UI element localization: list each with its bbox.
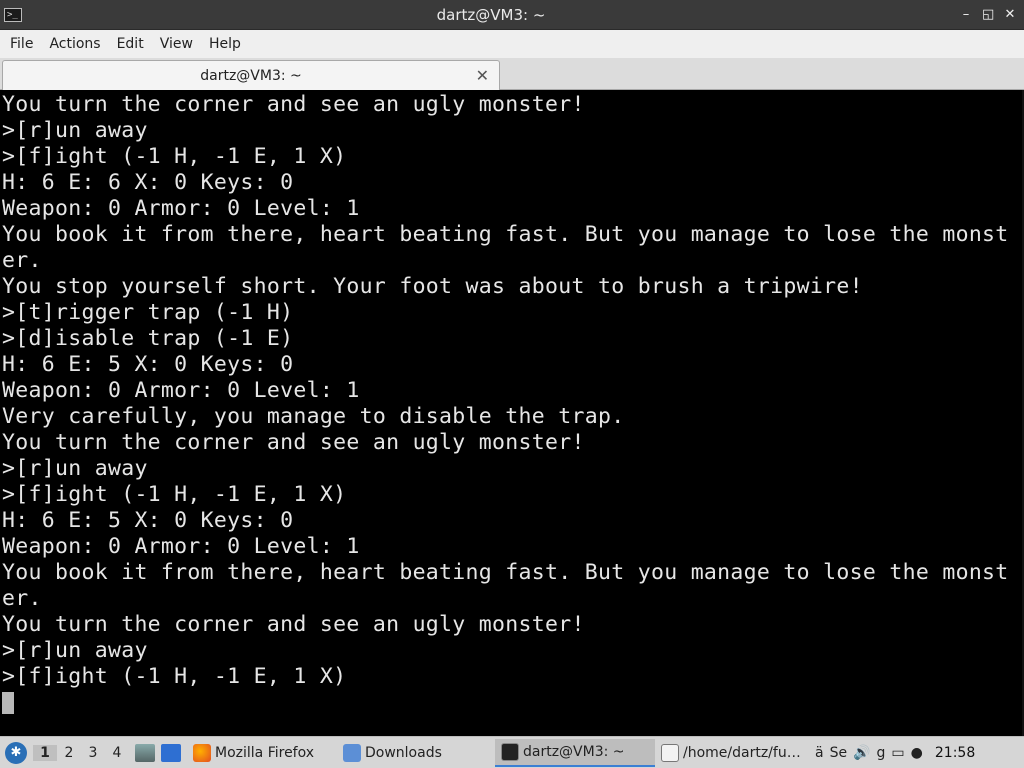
menu-view[interactable]: View	[152, 30, 201, 58]
task-firefox[interactable]: Mozilla Firefox	[187, 739, 337, 767]
terminal-line: >[r]un away	[2, 456, 148, 481]
tab-bar: dartz@VM3: ~ ✕	[0, 58, 1024, 90]
terminal-line: Weapon: 0 Armor: 0 Level: 1	[2, 534, 360, 559]
workspace-2[interactable]: 2	[57, 745, 81, 761]
tray-text[interactable]: g	[877, 745, 886, 761]
task-label: Mozilla Firefox	[215, 744, 315, 761]
task-label: Downloads	[365, 744, 442, 761]
taskbar: ✱ 1 2 3 4 Mozilla Firefox Downloads dart…	[0, 736, 1024, 768]
menu-file[interactable]: File	[2, 30, 41, 58]
update-icon[interactable]: ●	[911, 745, 923, 761]
terminal-line: You book it from there, heart beating fa…	[2, 222, 1009, 247]
terminal-prompt-line[interactable]	[2, 690, 1022, 716]
terminal-line: >[d]isable trap (-1 E)	[2, 326, 294, 351]
terminal-icon	[501, 742, 519, 761]
terminal-line: H: 6 E: 6 X: 0 Keys: 0	[2, 170, 294, 195]
firefox-icon	[193, 743, 211, 762]
terminal-line: H: 6 E: 5 X: 0 Keys: 0	[2, 508, 294, 533]
system-tray: ä Se 🔊 g ▭ ●	[815, 745, 923, 761]
close-window-icon[interactable]: ✕	[1004, 7, 1016, 22]
terminal-line: Weapon: 0 Armor: 0 Level: 1	[2, 196, 360, 221]
terminal-line: You stop yourself short. Your foot was a…	[2, 274, 863, 299]
network-icon[interactable]: ▭	[891, 745, 904, 761]
terminal-app-icon: >_	[4, 7, 22, 22]
terminal-line: You turn the corner and see an ugly mons…	[2, 430, 585, 455]
terminal-line: >[t]rigger trap (-1 H)	[2, 300, 294, 325]
tray-text[interactable]: Se	[830, 745, 848, 761]
folder-icon	[343, 743, 361, 762]
clock[interactable]: 21:58	[935, 745, 975, 761]
terminal-output[interactable]: You turn the corner and see an ugly mons…	[0, 90, 1022, 736]
workspace-1[interactable]: 1	[33, 744, 57, 761]
terminal-line: You turn the corner and see an ugly mons…	[2, 92, 585, 117]
maximize-icon[interactable]: ◱	[982, 7, 994, 22]
terminal-line: >[r]un away	[2, 638, 148, 663]
start-menu-icon[interactable]: ✱	[5, 741, 27, 764]
task-text-editor[interactable]: /home/dartz/fu…	[655, 739, 811, 767]
task-label: /home/dartz/fu…	[683, 744, 801, 761]
minimize-icon[interactable]: –	[960, 7, 972, 22]
task-downloads[interactable]: Downloads	[337, 739, 495, 767]
task-label: dartz@VM3: ~	[523, 743, 625, 760]
volume-icon[interactable]: 🔊	[853, 745, 870, 761]
menu-edit[interactable]: Edit	[109, 30, 152, 58]
window-title-bar[interactable]: >_ dartz@VM3: ~ – ◱ ✕	[0, 0, 1024, 30]
terminal-line: >[r]un away	[2, 118, 148, 143]
terminal-line: >[f]ight (-1 H, -1 E, 1 X)	[2, 482, 347, 507]
terminal-line: H: 6 E: 5 X: 0 Keys: 0	[2, 352, 294, 377]
tab-label: dartz@VM3: ~	[200, 67, 302, 84]
terminal-line: You turn the corner and see an ugly mons…	[2, 612, 585, 637]
close-tab-icon[interactable]: ✕	[476, 66, 489, 85]
terminal-line: Weapon: 0 Armor: 0 Level: 1	[2, 378, 360, 403]
terminal-cursor	[2, 692, 14, 714]
show-desktop-icon[interactable]	[161, 743, 181, 762]
menu-bar: File Actions Edit View Help	[0, 30, 1024, 58]
tray-text: ä	[815, 744, 824, 761]
text-editor-icon	[661, 743, 679, 762]
tab-terminal[interactable]: dartz@VM3: ~ ✕	[2, 60, 500, 90]
terminal-line: er.	[2, 586, 42, 611]
menu-help[interactable]: Help	[201, 30, 249, 58]
menu-actions[interactable]: Actions	[41, 30, 108, 58]
file-manager-launcher-icon[interactable]	[135, 743, 155, 762]
terminal-line: >[f]ight (-1 H, -1 E, 1 X)	[2, 664, 347, 689]
window-title: dartz@VM3: ~	[436, 5, 546, 24]
terminal-line: You book it from there, heart beating fa…	[2, 560, 1009, 585]
task-terminal[interactable]: dartz@VM3: ~	[495, 738, 655, 767]
terminal-line: >[f]ight (-1 H, -1 E, 1 X)	[2, 144, 347, 169]
workspace-4[interactable]: 4	[105, 745, 129, 761]
workspace-3[interactable]: 3	[81, 745, 105, 761]
terminal-line: Very carefully, you manage to disable th…	[2, 404, 625, 429]
terminal-line: er.	[2, 248, 42, 273]
